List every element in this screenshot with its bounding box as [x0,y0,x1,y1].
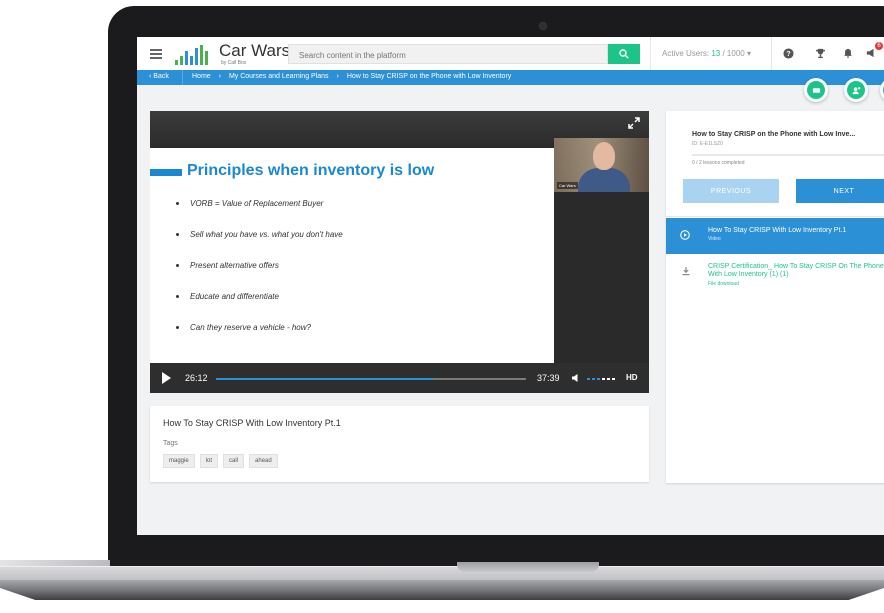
lesson-title: How To Stay CRISP With Low Inventory Pt.… [163,418,341,428]
tag-chip[interactable]: call [223,454,245,468]
slide-bullet: Sell what you have vs. what you don't ha… [176,230,343,261]
slide-accent-bar [150,169,182,176]
active-users-label: Active Users: [662,49,710,58]
lesson-type: Video [708,236,721,242]
breadcrumb-separator: › [336,73,339,80]
tags-label: Tags [163,440,178,447]
laptop-base-lower [0,580,884,600]
laptop-notch [457,562,599,572]
lesson-item[interactable]: CRISP Certification_ How To Stay CRISP O… [666,256,884,296]
video-view-button[interactable] [804,78,828,102]
active-users-dropdown[interactable]: Active Users: 13 / 1000 ▾ [662,49,751,58]
lesson-title: CRISP Certification_ How To Stay CRISP O… [708,263,884,278]
expand-icon[interactable] [628,117,640,129]
user-icon [851,86,860,94]
brand-sub: by Call Box [221,60,247,66]
trophy-icon[interactable] [814,47,826,59]
notification-badge: 6 [875,42,883,50]
lesson-info-card: How To Stay CRISP With Low Inventory Pt.… [150,406,649,482]
seek-bar[interactable] [216,378,526,380]
webcam-tag: Car Wars [557,182,578,189]
chevron-down-icon: ▾ [746,49,751,58]
breadcrumb-my-courses[interactable]: My Courses and Learning Plans [229,73,329,80]
tag-list: maggie lot call ahead [163,454,278,468]
lesson-title: How To Stay CRISP With Low Inventory Pt.… [708,227,847,234]
topbar-divider [650,37,651,70]
slide-bullet: VORB = Value of Replacement Buyer [176,199,343,230]
breadcrumb-home[interactable]: Home [192,73,211,80]
lessons-completed: 0 / 2 lessons completed [692,160,745,166]
lesson-item-active[interactable]: How To Stay CRISP With Low Inventory Pt.… [666,218,884,254]
brand-name: Car Wars [219,41,291,60]
svg-text:?: ? [786,48,791,57]
video-icon [812,87,820,93]
presenter-head [593,142,615,170]
video-player[interactable]: Principles when inventory is low VORB = … [150,111,649,393]
breadcrumb: Home › My Courses and Learning Plans › H… [192,73,517,80]
presenter-webcam: Car Wars [554,138,649,192]
tag-chip[interactable]: ahead [249,454,278,468]
search-box [288,44,608,66]
previous-button[interactable]: PREVIOUS [683,179,779,203]
topbar-divider [771,37,772,70]
slide-bullet: Present alternative offers [176,261,343,292]
current-time: 26:12 [185,373,208,383]
presentation-slide: Principles when inventory is low VORB = … [150,148,554,363]
bell-icon[interactable] [842,47,854,59]
play-icon[interactable] [162,372,171,384]
back-button[interactable]: ‹ Back [149,73,169,80]
player-controls: 26:12 37:39 HD [150,363,649,393]
course-side-panel: How to Stay CRISP on the Phone with Low … [666,111,884,483]
search-input[interactable] [289,45,601,66]
quality-button[interactable]: HD [626,373,638,382]
next-button[interactable]: NEXT [796,179,884,203]
lesson-list-divider [666,216,884,217]
search-button[interactable] [608,44,640,64]
laptop-camera [539,22,547,30]
laptop-base [0,566,884,581]
play-circle-icon [680,230,690,240]
volume-slider[interactable] [587,378,617,380]
slide-title: Principles when inventory is low [187,162,435,179]
top-navbar: Car Wars by Call Box Active Users: 13 / … [137,37,884,71]
download-icon [682,267,690,276]
course-id: ID: E-E1LSZ0 [692,141,723,147]
seek-bar-fill [216,378,433,380]
breadcrumb-separator: › [218,73,221,80]
breadcrumb-bar: ‹ Back Home › My Courses and Learning Pl… [137,70,884,85]
active-users-count: 13 [711,49,721,58]
lesson-type: File download [708,281,739,287]
app-screen: Car Wars by Call Box Active Users: 13 / … [137,37,884,535]
course-progress-bar [692,154,884,156]
breadcrumb-divider [182,70,183,85]
course-title: How to Stay CRISP on the Phone with Low … [692,131,856,138]
total-time: 37:39 [537,373,560,383]
presenter-body [578,168,630,192]
share-user-button[interactable] [844,78,868,102]
logo-bars-icon [175,45,213,65]
help-icon[interactable]: ? [782,47,794,59]
slide-bullet: Can they reserve a vehicle - how? [176,323,343,354]
tag-chip[interactable]: lot [199,454,219,468]
volume-icon[interactable] [571,373,581,383]
slide-bullet: Educate and differentiate [176,292,343,323]
slide-bullet-list: VORB = Value of Replacement Buyer Sell w… [176,199,343,354]
menu-icon[interactable] [150,49,162,59]
breadcrumb-current: How to Stay CRISP on the Phone with Low … [346,73,512,80]
active-users-max: / 1000 [720,49,745,58]
search-icon [619,49,629,59]
tag-chip[interactable]: maggie [163,454,195,468]
